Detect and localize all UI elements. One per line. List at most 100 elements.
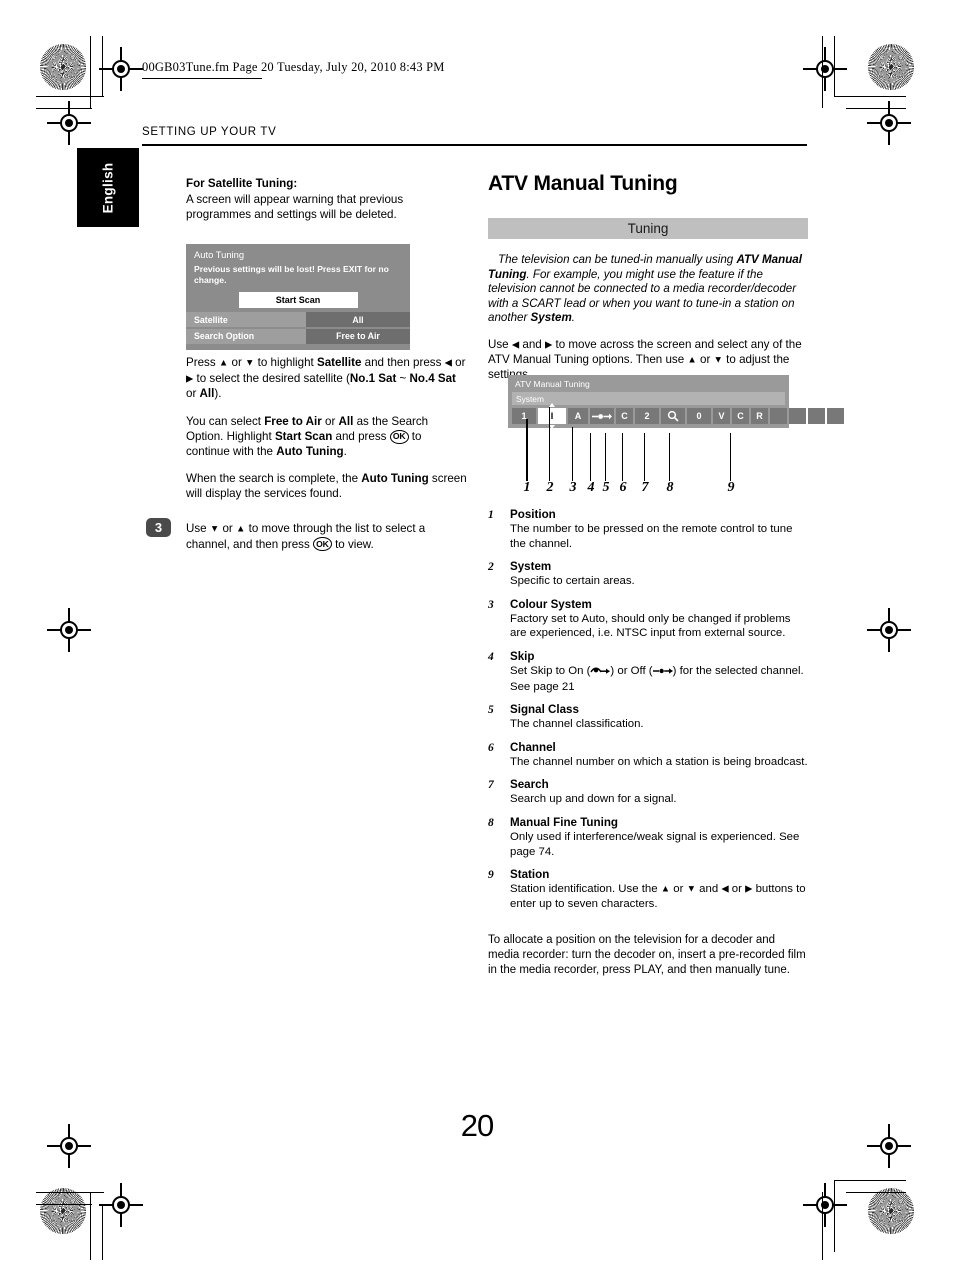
intro-prefix-text: The television can be tuned-in manually … [498, 253, 737, 266]
osd-row-search-option[interactable]: Search Option Free to Air [186, 328, 410, 344]
and-press-text: and press [332, 430, 390, 444]
file-info-line: 00GB03Tune.fm Page 20 Tuesday, July 20, … [142, 60, 445, 74]
search-option-paragraph: You can select Free to Air or All as the… [186, 414, 468, 460]
period-text: . [343, 445, 347, 459]
callout-number-5: 5 [602, 480, 610, 495]
list-title-7: Search [510, 778, 549, 792]
atv-options-list: 1 Position The number to be pressed on th… [488, 508, 808, 921]
sat-all-term: All [199, 387, 215, 401]
leader-line-8 [669, 433, 671, 481]
trim-line-right-vertical [822, 36, 823, 108]
atv-osd-title: ATV Manual Tuning [515, 379, 590, 389]
osd-row-satellite-value[interactable]: All [306, 312, 410, 327]
press-prefix-text: Press [186, 356, 219, 369]
list-number-6: 6 [488, 741, 494, 754]
list-body-3: Factory set to Auto, should only be chan… [510, 612, 791, 640]
atv-osd-cell-row: 1 I A C 2 0 V C R [512, 403, 844, 429]
auto-tuning-osd-dialog: Auto Tuning Previous settings will be lo… [186, 244, 410, 350]
press-highlight-text: to highlight [254, 356, 317, 369]
list-number-1: 1 [488, 509, 494, 521]
atv-cell-station-4[interactable] [770, 408, 787, 424]
crosshair-mark-bottom-left [99, 1183, 143, 1227]
language-tab-label: English [100, 162, 116, 213]
satellite-tuning-heading: For Satellite Tuning: [186, 177, 298, 190]
left-column: For Satellite Tuning: A screen will appe… [186, 176, 466, 235]
selector-down-arrow-icon [549, 425, 555, 429]
atv-cell-signal-class[interactable]: C [616, 408, 633, 424]
trim-line-left-vertical-2 [102, 36, 103, 96]
callout-number-row: 1 2 3 4 5 6 7 8 9 [508, 480, 789, 502]
up-arrow-icon-nav: ▲ [687, 354, 697, 366]
osd-row-search-option-value[interactable]: Free to Air [306, 328, 410, 344]
trim-line-bottom-right-vertical-2 [834, 1180, 835, 1252]
crosshair-mark-top-left [99, 47, 143, 91]
sat-close-text: ). [214, 387, 222, 401]
atv-cell-colour-system[interactable]: A [568, 408, 588, 424]
leader-line-9 [730, 433, 732, 481]
crosshair-mark-left-middle [47, 608, 91, 652]
step3-view-text: to view. [331, 537, 374, 551]
trim-line-bottom-right-vertical [822, 1192, 823, 1260]
sat-range-end: No.4 Sat [409, 371, 456, 385]
atv-cell-station-6[interactable] [808, 408, 825, 424]
list-title-4: Skip [510, 649, 535, 663]
atv-cell-position[interactable]: 1 [512, 408, 536, 424]
station-or-2: or [728, 883, 746, 896]
atv-cell-station-3[interactable]: R [751, 408, 768, 424]
list-item-position: 1 Position The number to be pressed on th… [488, 508, 808, 551]
trim-line-top-horizontal-2 [36, 108, 92, 109]
list-number-8: 8 [488, 816, 494, 829]
skip-on-icon [590, 665, 611, 680]
callout-number-3: 3 [569, 480, 577, 495]
list-item-signal-class: 5 Signal Class The channel classification… [488, 703, 808, 732]
all-term: All [338, 415, 354, 428]
osd-row-satellite[interactable]: Satellite All [186, 312, 410, 327]
free-to-air-term: Free to Air [264, 415, 322, 428]
station-and: and [695, 883, 722, 896]
callout-number-4: 4 [587, 480, 595, 495]
atv-cell-search[interactable] [661, 408, 685, 424]
running-head: SETTING UP YOUR TV [142, 126, 277, 138]
atv-cell-system-selected[interactable]: I [538, 403, 566, 429]
list-title-3: Colour System [510, 597, 592, 611]
leader-line-4 [590, 433, 592, 481]
atv-intro-paragraph: The television can be tuned-in manually … [488, 253, 808, 326]
left-arrow-icon: ◀ [444, 357, 452, 369]
sat-range-separator: ~ [396, 371, 410, 385]
trim-line-bottom-left-vertical [90, 1192, 91, 1260]
callout-number-6: 6 [619, 480, 627, 495]
atv-cell-fine-tuning[interactable]: 0 [687, 408, 711, 424]
atv-manual-tuning-osd: ATV Manual Tuning System 1 I A C 2 0 V C… [508, 375, 844, 429]
trim-line-top-right-horizontal [834, 96, 906, 97]
up-arrow-icon-step3: ▲ [236, 523, 246, 535]
crosshair-mark-right-upper [867, 101, 911, 145]
list-number-2: 2 [488, 561, 494, 574]
station-or-1: or [670, 883, 687, 896]
callout-number-2: 2 [546, 480, 554, 495]
trim-line-bottom-right-horizontal-2 [846, 1192, 906, 1193]
atv-cell-station-5[interactable] [789, 408, 806, 424]
atv-cell-skip[interactable] [590, 408, 614, 424]
trim-line-right-vertical-2 [834, 36, 835, 96]
leader-line-3 [572, 427, 574, 481]
trim-line-bottom-horizontal-2 [36, 1204, 92, 1205]
up-arrow-icon: ▲ [218, 357, 229, 369]
list-number-5: 5 [488, 704, 494, 717]
start-scan-button[interactable]: Start Scan [238, 292, 358, 308]
file-info-rule [142, 78, 262, 79]
list-number-9: 9 [488, 869, 494, 882]
step3-or-text: or [219, 522, 237, 535]
atv-cell-station-7[interactable] [827, 408, 844, 424]
use-and-text: and [519, 337, 545, 351]
list-item-system: 2 System Specific to certain areas. [488, 560, 808, 589]
ok-key-icon: OK [389, 429, 409, 444]
list-body-8: Only used if interference/weak signal is… [510, 830, 800, 858]
leader-line-5 [605, 433, 607, 481]
list-title-8: Manual Fine Tuning [510, 815, 618, 829]
atv-cell-channel[interactable]: 2 [635, 408, 659, 424]
satellite-bold-term: Satellite [316, 356, 362, 369]
list-item-skip: 4 Skip Set Skip to On () or Off () for th… [488, 650, 808, 694]
atv-cell-station-2[interactable]: C [732, 408, 749, 424]
auto-tuning-osd-warning: Previous settings will be lost! Press EX… [194, 264, 389, 285]
atv-cell-station-1[interactable]: V [713, 408, 730, 424]
